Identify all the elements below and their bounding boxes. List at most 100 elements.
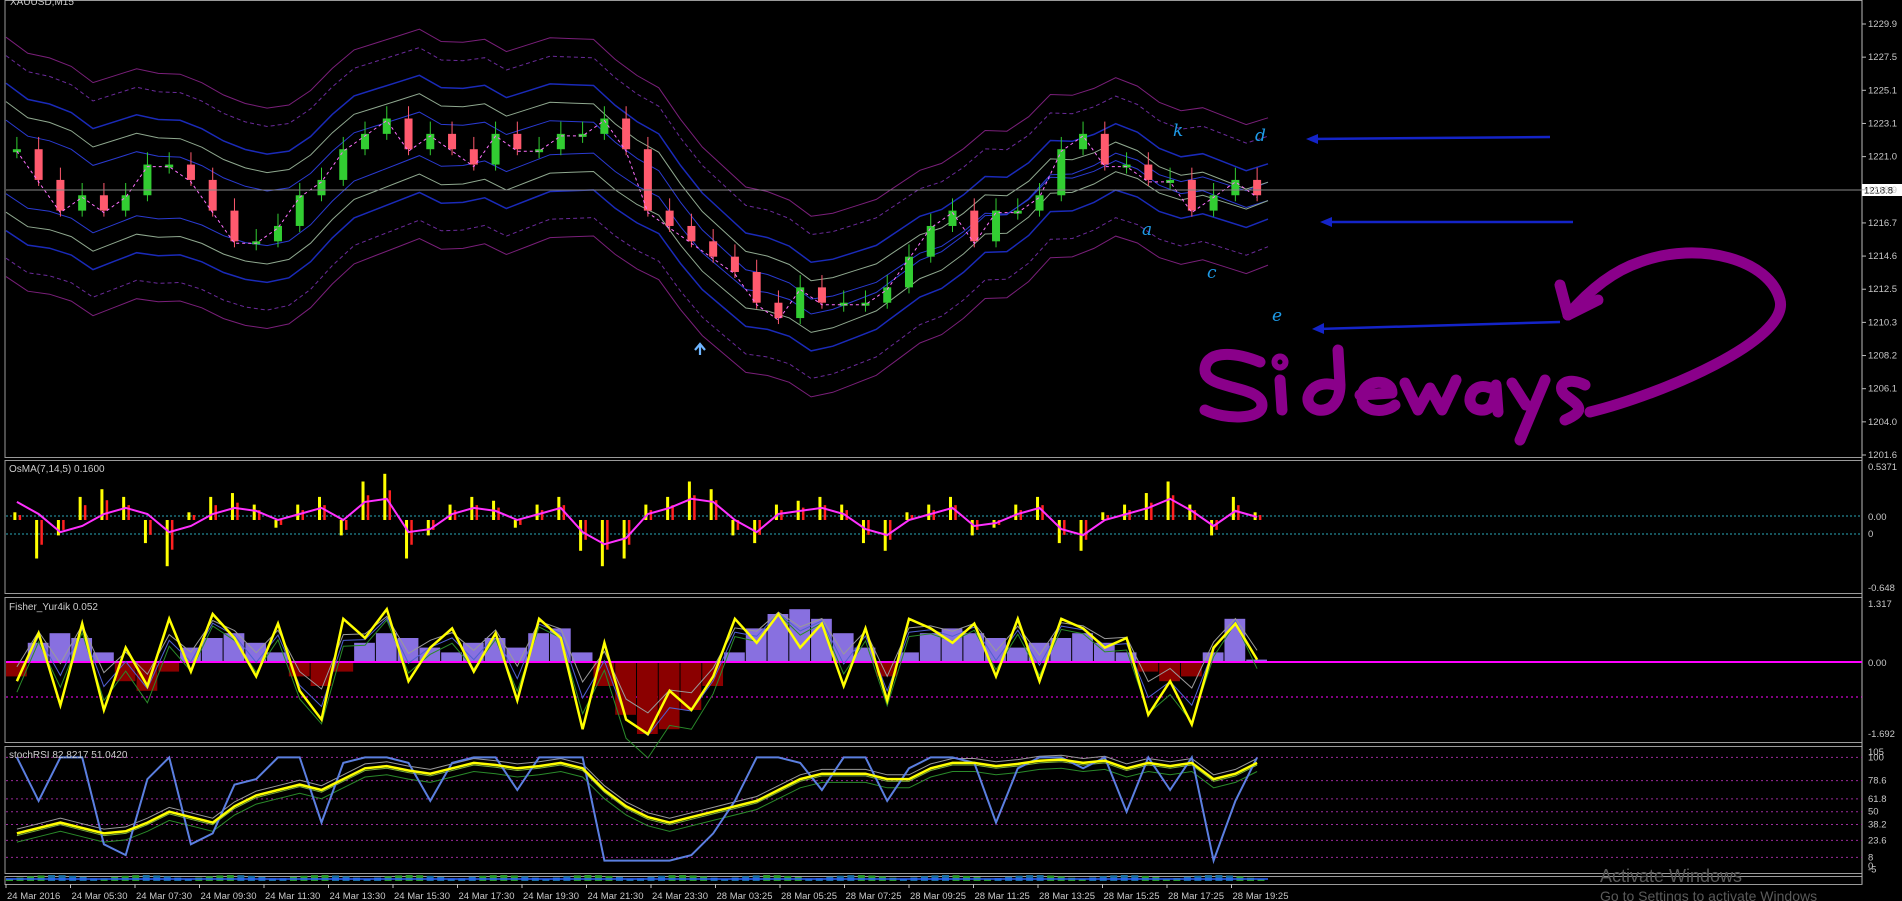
candle-body (339, 149, 348, 180)
sideways-handwriting (1199, 247, 1786, 446)
up-arrow-marker (694, 342, 706, 355)
letter-d: d (1255, 126, 1266, 146)
time-tick-label: 28 Mar 07:25 (846, 891, 902, 901)
strip-bar (132, 875, 140, 881)
strip-bar (931, 875, 939, 881)
candle-body (513, 133, 522, 150)
strip-bar (584, 875, 592, 881)
candle-body (709, 241, 718, 257)
strip-bar (689, 875, 697, 881)
stoch-band-line (16, 767, 1258, 843)
time-tick-label: 28 Mar 19:25 (1233, 891, 1289, 901)
candle-body (1079, 133, 1088, 150)
main-tick-label: 1221.0 (1868, 152, 1897, 163)
pane-frames (4, 0, 1863, 885)
strip-bar (58, 875, 66, 881)
strip-bar (952, 875, 960, 881)
candle-body (56, 179, 65, 211)
fisher-hist-bar (441, 652, 462, 662)
candle-body (99, 195, 108, 211)
main-tick-label: 1223.1 (1868, 118, 1897, 129)
candle-body (1231, 179, 1240, 196)
watermark-line1: Activate Windows (1600, 866, 1742, 886)
time-tick-label: 24 Mar 23:30 (652, 891, 708, 901)
envelope-bands (5, 28, 1269, 398)
fisher-tick-label: 0.00 (1868, 658, 1887, 669)
strip-bar (321, 875, 329, 881)
candle-body (121, 195, 130, 211)
candle-body (1187, 179, 1196, 211)
candle-body (143, 164, 152, 196)
candle-body (165, 164, 174, 168)
candle-body (1144, 164, 1153, 180)
stoch-tick-label: 100 (1868, 752, 1884, 763)
candle-body (208, 179, 217, 211)
time-tick-label: 28 Mar 03:25 (717, 891, 773, 901)
main-tick-label: 1201.6 (1868, 450, 1897, 461)
pane-frame-fisher (4, 597, 1863, 743)
osma-signal-line (16, 497, 1258, 546)
fisher-title: Fisher_Yur4ik 0.052 (9, 602, 98, 613)
main-tick-label: 1214.6 (1868, 251, 1897, 262)
strip-bar (1036, 875, 1044, 881)
time-tick-label: 24 Mar 19:30 (523, 891, 579, 901)
main-tick-label: 1218.9 (1868, 185, 1897, 196)
strip-bar (1120, 875, 1128, 881)
main-tick-label: 1210.3 (1868, 317, 1897, 328)
time-tick-label: 24 Mar 2016 (7, 891, 60, 901)
osma-pane (6, 473, 1862, 567)
letter-a: a (1142, 220, 1152, 240)
arrow-top (1309, 135, 1551, 141)
time-tick-label: 24 Mar 11:30 (265, 891, 320, 901)
strip-bar (510, 875, 518, 881)
candle-body (186, 164, 195, 180)
strip-bar (489, 875, 497, 881)
pane-frame-osma (4, 460, 1863, 594)
strip-bar (857, 875, 865, 881)
letter-c: c (1207, 263, 1217, 283)
strip-bar (773, 875, 781, 881)
letter-e: e (1272, 306, 1282, 326)
main-tick-label: 1208.2 (1868, 351, 1897, 362)
main-tick-label: 1216.7 (1868, 218, 1897, 229)
osma-title: OsMA(7,14,5) 0.1600 (9, 464, 105, 475)
strip-bar (500, 875, 508, 881)
main-title: XAUUSD,M15 (10, 0, 74, 8)
osma-tick-label: 0 (1868, 529, 1873, 540)
stoch-tick-label: 61.8 (1868, 794, 1887, 805)
band-line-0 (5, 189, 1269, 352)
main-tick-label: 1225.1 (1868, 85, 1897, 96)
fisher-tick-label: 1.317 (1868, 599, 1892, 610)
strip-bar (1026, 875, 1034, 881)
candle-body (230, 210, 239, 242)
stoch-tick-label: 23.6 (1868, 835, 1887, 846)
candle-body (295, 195, 304, 226)
fisher-hist-bar (1072, 633, 1093, 662)
annotation-arrows (1306, 134, 1573, 334)
strip-bar (763, 875, 771, 881)
time-tick-label: 24 Mar 15:30 (394, 891, 450, 901)
time-tick-label: 28 Mar 17:25 (1168, 891, 1224, 901)
stochrsi-pane (6, 754, 1862, 865)
strip-bar (237, 875, 245, 881)
fisher-hist-bar (1006, 647, 1028, 662)
price-candles (12, 106, 1262, 325)
strip-bar (48, 875, 56, 881)
bottom-histogram-strip (6, 875, 1268, 881)
strip-bar (668, 875, 676, 881)
stoch-tick-label: 78.6 (1868, 776, 1887, 787)
stoch-tick-label: 50 (1868, 807, 1879, 818)
osma-tick-label: -0.648 (1868, 583, 1895, 594)
candle-body (730, 256, 739, 273)
osma-axis: 0.5371 0.00 0 -0.648 (1868, 462, 1897, 594)
stoch-blue-line (16, 754, 1258, 865)
fisher-hist-bar (1159, 662, 1180, 682)
strip-bar (37, 875, 45, 881)
strip-bar (142, 875, 150, 881)
candle-body (273, 225, 282, 242)
main-tick-label: 1206.1 (1868, 384, 1897, 395)
candle-body (687, 225, 696, 242)
strip-bar (310, 875, 318, 881)
arrow-middle-head (1320, 217, 1332, 227)
osma-tick-label: 0.5371 (1868, 462, 1897, 473)
